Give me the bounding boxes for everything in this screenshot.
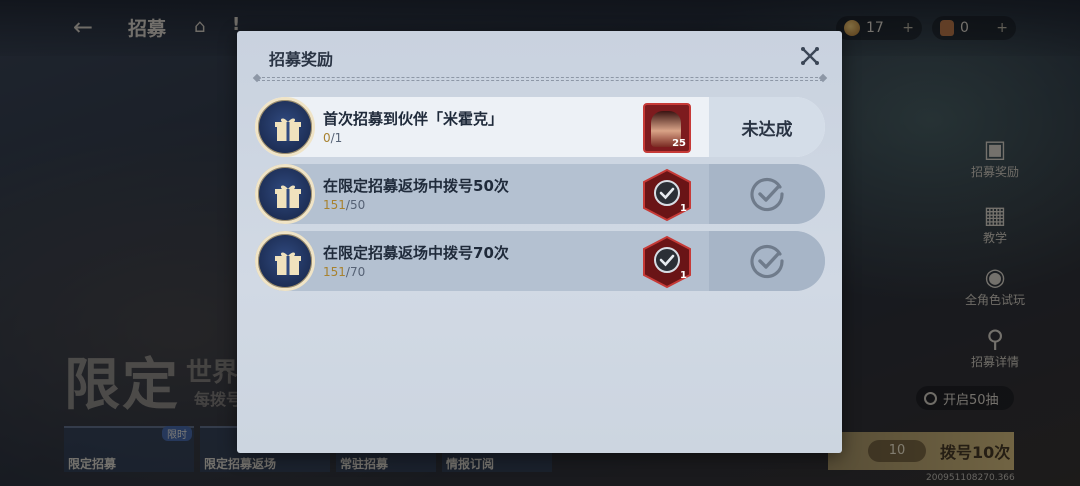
row-progress: 151/50 <box>323 198 365 212</box>
title-divider <box>257 77 823 81</box>
reward-count: 1 <box>680 203 687 214</box>
gift-icon <box>255 231 315 291</box>
reward-row: 首次招募到伙伴「米霍克」 0/1 25 未达成 <box>255 97 825 157</box>
progress-total: /1 <box>330 131 343 145</box>
check-icon <box>750 177 784 212</box>
reward-character-portrait[interactable]: 25 <box>643 103 691 153</box>
reward-count: 1 <box>680 270 687 281</box>
close-icon[interactable] <box>799 45 821 67</box>
status-cell: 未达成 <box>709 97 825 157</box>
row-progress: 151/70 <box>323 265 365 279</box>
reward-claimed-token[interactable]: 1 <box>641 235 693 289</box>
progress-total: /70 <box>345 265 366 279</box>
gift-icon <box>255 97 315 157</box>
progress-total: /50 <box>345 198 366 212</box>
reward-claimed-token[interactable]: 1 <box>641 168 693 222</box>
progress-current: 151 <box>323 265 346 279</box>
reward-row: 在限定招募返场中拨号70次 151/70 1 <box>255 231 825 291</box>
reward-count: 25 <box>672 138 686 149</box>
progress-current: 151 <box>323 198 346 212</box>
row-title: 在限定招募返场中拨号50次 <box>323 177 509 195</box>
row-title: 在限定招募返场中拨号70次 <box>323 244 509 262</box>
row-progress: 0/1 <box>323 131 342 145</box>
progress-current: 0 <box>323 131 331 145</box>
row-title: 首次招募到伙伴「米霍克」 <box>323 110 504 128</box>
recruit-reward-modal: 招募奖励 首次招募到伙伴「米霍克」 0/1 25 未达成 在限定招募返场中拨号5… <box>237 31 842 453</box>
check-icon <box>750 244 784 279</box>
gift-icon <box>255 164 315 224</box>
status-cell <box>709 231 825 291</box>
reward-row: 在限定招募返场中拨号50次 151/50 1 <box>255 164 825 224</box>
modal-title: 招募奖励 <box>269 50 334 69</box>
status-cell <box>709 164 825 224</box>
status-not-achieved: 未达成 <box>741 119 793 140</box>
